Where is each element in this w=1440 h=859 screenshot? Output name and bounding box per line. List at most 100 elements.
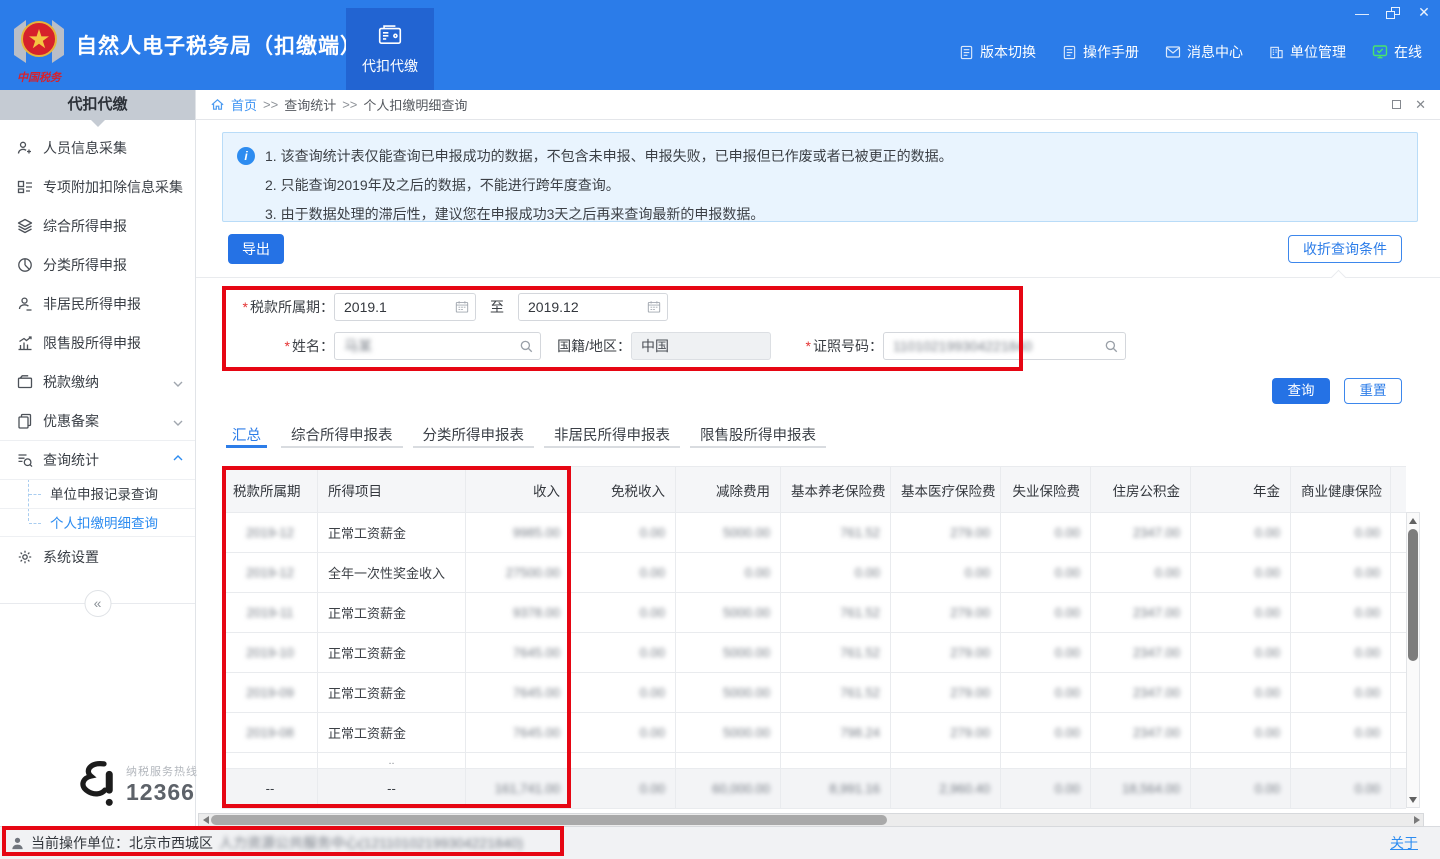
about-link[interactable]: 关于: [1390, 833, 1418, 853]
tab-restricted-report[interactable]: 限售股所得申报表: [690, 418, 826, 454]
minimize-button[interactable]: —: [1354, 5, 1370, 21]
user-icon: [10, 836, 25, 851]
period-from-input[interactable]: 2019.1: [334, 293, 476, 321]
tab-label: 综合所得申报表: [291, 428, 393, 444]
header-menu-item-manual[interactable]: 操作手册: [1062, 42, 1139, 62]
restore-button[interactable]: [1386, 7, 1400, 19]
cell-income-item: 正常工资薪金: [318, 593, 466, 633]
breadcrumb-home[interactable]: 首页: [231, 95, 257, 114]
period-to-input[interactable]: 2019.12: [518, 293, 668, 321]
sidebar-item-classified-income[interactable]: 分类所得申报: [0, 245, 195, 284]
sidebar-item-restricted-shares[interactable]: 限售股所得申报: [0, 323, 195, 362]
copy-icon: [16, 413, 33, 429]
table-row[interactable]: 2019-08正常工资薪金7645.000.005000.00798.24279…: [223, 713, 1407, 753]
cell-period: 2019-08: [223, 713, 318, 753]
sidebar-item-system-settings[interactable]: 系统设置: [0, 537, 195, 576]
sidebar-item-comprehensive-income[interactable]: 综合所得申报: [0, 206, 195, 245]
breadcrumb-item: 个人扣缴明细查询: [363, 95, 467, 114]
table-total-row: ----161,741.000.0060,000.008,991.162,960…: [223, 769, 1407, 809]
search-icon[interactable]: [1104, 339, 1119, 354]
cell-amount: 761.52: [781, 513, 891, 553]
cell-amount: 9985.00: [466, 513, 571, 553]
chevron-up-icon: [173, 452, 183, 468]
total-value-redacted: 2,960.40: [939, 781, 990, 796]
scroll-up-arrow-icon[interactable]: [1407, 514, 1419, 526]
total-period: --: [223, 769, 318, 809]
table-row[interactable]: 2019-12正常工资薪金9985.000.005000.00761.52279…: [223, 513, 1407, 553]
sidebar-item-preferential-filing[interactable]: 优惠备案: [0, 401, 195, 440]
table-row[interactable]: 2019-10正常工资薪金7645.000.005000.00761.52279…: [223, 633, 1407, 673]
amount-value-redacted: 0.00: [1355, 525, 1380, 540]
tab-classified-report[interactable]: 分类所得申报表: [413, 418, 535, 454]
cell-amount: 0.00: [1291, 673, 1391, 713]
breadcrumb-item: 查询统计: [284, 95, 336, 114]
cell-amount: [1391, 593, 1407, 633]
tab-nonresident-report[interactable]: 非居民所得申报表: [544, 418, 680, 454]
chevron-down-icon: [173, 413, 183, 429]
sidebar-item-nonresident-income[interactable]: 非居民所得申报: [0, 284, 195, 323]
amount-value-redacted: 0.00: [1355, 685, 1380, 700]
sidebar-item-tax-payment[interactable]: 税款缴纳: [0, 362, 195, 401]
table-row[interactable]: 2019-09正常工资薪金7645.000.005000.00761.52279…: [223, 673, 1407, 713]
amount-value-redacted: 761.52: [840, 525, 880, 540]
period-form-row: *税款所属期： 2019.1 至 2019.12: [222, 293, 1440, 321]
tab-summary[interactable]: 汇总: [222, 418, 271, 454]
table-row[interactable]: 2019-12全年一次性奖金收入27500.000.000.000.000.00…: [223, 553, 1407, 593]
panel-close-button[interactable]: ✕: [1415, 97, 1426, 113]
cell-amount: 0.00: [571, 633, 676, 673]
scroll-left-arrow-icon[interactable]: [199, 814, 211, 826]
column-header: 基本养老保险费: [781, 467, 891, 513]
cell-period: 2019-09: [223, 673, 318, 713]
amount-value-redacted: 279.00: [950, 605, 990, 620]
vertical-scroll-thumb[interactable]: [1408, 529, 1418, 661]
version-switch-label: 版本切换: [980, 42, 1036, 62]
notice-line: 1. 该查询统计表仅能查询已申报成功的数据，不包含未申报、申报失败，已申报但已作…: [265, 142, 953, 171]
collapse-query-button[interactable]: 收折查询条件: [1288, 235, 1402, 263]
sidebar-subitem-personal-withholding-query[interactable]: 个人扣缴明细查询: [0, 508, 195, 537]
sidebar-item-query-statistics[interactable]: 查询统计: [0, 440, 195, 479]
sidebar-item-special-deduction[interactable]: 专项附加扣除信息采集: [0, 167, 195, 206]
cell-income-item: 正常工资薪金: [318, 673, 466, 713]
vertical-scrollbar[interactable]: [1406, 512, 1420, 808]
amount-value-redacted: 0.00: [1255, 685, 1280, 700]
total-amount: [1391, 769, 1407, 809]
header-menu-item-version-switch[interactable]: 版本切换: [959, 42, 1036, 62]
cell-amount: 9378.00: [466, 593, 571, 633]
header-menu-item-org-management[interactable]: 单位管理: [1269, 42, 1346, 62]
header-menu-item-online[interactable]: 在线: [1372, 42, 1422, 62]
sidebar-subitem-unit-declare-query[interactable]: 单位申报记录查询: [0, 479, 195, 508]
cell-amount: 0.00: [1091, 553, 1191, 593]
nationality-label: 国籍/地区：: [541, 336, 631, 356]
nationality-value: 中国: [641, 336, 764, 356]
tab-comprehensive-report[interactable]: 综合所得申报表: [281, 418, 403, 454]
export-button[interactable]: 导出: [228, 234, 284, 264]
search-icon[interactable]: [519, 339, 534, 354]
sidebar-collapse-button[interactable]: «: [84, 590, 111, 617]
amount-value-redacted: 0.00: [1355, 565, 1380, 580]
cell-amount: 0.00: [1191, 593, 1291, 633]
status-bar: 当前操作单位：北京市西城区 人力资源公共服务中心(121101021993042…: [0, 826, 1440, 859]
total-amount: 0.00: [1291, 769, 1391, 809]
panel-maximize-button[interactable]: [1392, 100, 1401, 109]
query-button[interactable]: 查询: [1272, 378, 1330, 404]
cell-period: 2019-11: [223, 593, 318, 633]
reset-button[interactable]: 重置: [1344, 378, 1402, 404]
scroll-down-arrow-icon[interactable]: [1407, 794, 1419, 806]
scroll-right-arrow-icon[interactable]: [1411, 814, 1423, 826]
header-menu-item-message-center[interactable]: 消息中心: [1165, 42, 1243, 62]
header-tab-withholding[interactable]: 代扣代缴: [346, 8, 434, 90]
table-row[interactable]: 2019-11正常工资薪金9378.000.005000.00761.52279…: [223, 593, 1407, 633]
horizontal-scrollbar[interactable]: [198, 813, 1424, 827]
total-value-redacted: 161,741.00: [495, 781, 560, 796]
cell-amount: 0.00: [676, 553, 781, 593]
sidebar-item-label: 非居民所得申报: [43, 294, 183, 314]
horizontal-scroll-thumb[interactable]: [211, 815, 887, 825]
sidebar-item-label: 分类所得申报: [43, 255, 183, 275]
sidebar-subnav: 单位申报记录查询个人扣缴明细查询: [0, 479, 195, 537]
cell-amount: 5000.00: [676, 633, 781, 673]
close-button[interactable]: ✕: [1416, 4, 1432, 21]
id-number-input[interactable]: 110102199304221840: [883, 332, 1126, 360]
total-value-redacted: 0.00: [1255, 781, 1280, 796]
panel-divider: [196, 277, 1440, 278]
name-input[interactable]: 马某: [334, 332, 541, 360]
